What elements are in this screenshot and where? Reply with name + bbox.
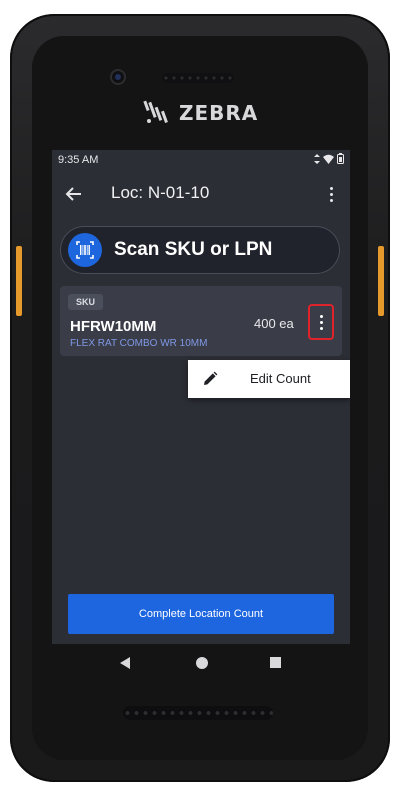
item-popup-menu: Edit Count [188,360,350,398]
scan-label: Scan SKU or LPN [114,239,273,260]
menu-item-label: Edit Count [250,371,311,386]
nav-back-icon[interactable] [120,657,130,669]
more-options-icon[interactable] [326,184,336,204]
earpiece-speaker [162,73,234,83]
sku-code: HFRW10MM [70,318,157,335]
app-screen: 9:35 AM Loc: N-01-10 Scan SKU or LPN SKU… [52,150,350,644]
system-nav-bar [52,644,350,684]
zebra-logo-icon [143,100,168,123]
scan-button[interactable] [68,233,102,267]
scan-input-bar[interactable]: Scan SKU or LPN [60,226,340,274]
brand-name: ZEBRA [179,101,259,125]
item-more-options-icon[interactable] [308,304,334,340]
menu-item-edit-count[interactable]: Edit Count [188,360,350,398]
pencil-icon [204,371,218,385]
right-scan-button[interactable] [378,246,384,316]
wifi-icon [323,154,334,164]
nav-home-icon[interactable] [196,657,208,669]
speaker-grille [123,706,273,720]
status-icons [314,153,344,164]
status-bar: 9:35 AM [52,150,350,170]
front-camera [112,71,124,83]
barcode-scan-icon [76,241,94,259]
app-bar: Loc: N-01-10 [52,170,350,218]
page-title: Loc: N-01-10 [111,183,210,202]
item-quantity: 400 ea [254,316,294,331]
nav-recents-icon[interactable] [270,657,281,668]
status-time: 9:35 AM [58,154,99,166]
sku-description: FLEX RAT COMBO WR 10MM [70,338,208,349]
back-arrow-icon[interactable] [64,184,84,204]
complete-location-count-button[interactable]: Complete Location Count [68,594,334,634]
sku-chip: SKU [68,294,104,310]
left-scan-button[interactable] [16,246,22,316]
brand-logo: ZEBRA [143,98,258,128]
battery-icon [337,153,344,164]
list-item[interactable]: SKU HFRW10MM FLEX RAT COMBO WR 10MM 400 … [60,286,342,356]
data-transfer-icon [314,153,320,164]
